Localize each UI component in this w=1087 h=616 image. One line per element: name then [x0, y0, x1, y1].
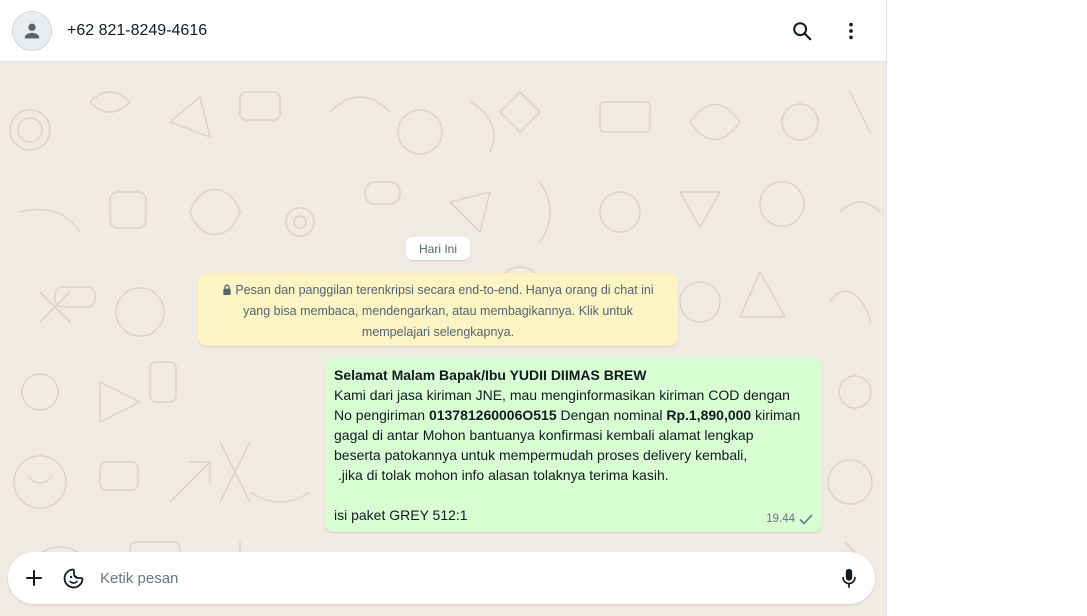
voice-message-button[interactable] — [834, 563, 864, 593]
message-time: 19.44 — [766, 513, 795, 525]
encryption-notice-line: yang bisa membaca, mendengarkan, atau me… — [243, 304, 633, 318]
contact-avatar[interactable] — [12, 11, 52, 51]
message-line: No pengiriman 013781260006O515 Dengan no… — [334, 407, 801, 423]
encryption-notice-line: Pesan dan panggilan terenkripsi secara e… — [235, 283, 654, 297]
contact-name[interactable]: +62 821-8249-4616 — [67, 21, 207, 41]
person-icon — [24, 23, 40, 39]
message-line: isi paket GREY 512:1 — [334, 507, 468, 523]
message-line: beserta patokannya untuk mempermudah pro… — [334, 447, 748, 463]
search-icon — [793, 22, 812, 41]
sticker-button[interactable] — [59, 563, 89, 593]
chat-header: +62 821-8249-4616 — [0, 0, 886, 62]
message-greeting: Selamat Malam Bapak/Ibu YUDII DIIMAS BRE… — [334, 367, 647, 383]
message-meta: 19.44 — [766, 509, 813, 529]
attach-button[interactable] — [19, 563, 49, 593]
microphone-icon — [842, 568, 856, 588]
date-separator: Hari Ini — [406, 237, 470, 260]
sticker-icon — [63, 568, 84, 589]
plus-icon — [26, 570, 42, 586]
search-button[interactable] — [787, 16, 817, 46]
encryption-notice-line: mempelajari selengkapnya. — [361, 325, 515, 339]
encryption-notice[interactable]: Pesan dan panggilan terenkripsi secara e… — [198, 273, 678, 346]
message-line: .jika di tolak mohon info alasan tolakny… — [334, 467, 669, 483]
message-composer — [8, 552, 875, 604]
empty-right-area — [887, 0, 1087, 616]
outgoing-message-bubble[interactable]: Selamat Malam Bapak/Ibu YUDII DIIMAS BRE… — [325, 358, 822, 532]
chat-panel: +62 821-8249-4616 Hari Ini Pesan dan pan… — [0, 0, 887, 616]
tracking-number: 013781260006O515 — [428, 407, 557, 423]
single-check-icon — [799, 514, 813, 524]
lock-icon — [223, 284, 231, 295]
more-options-button[interactable] — [836, 16, 866, 46]
message-line: gagal di antar Mohon bantuanya konfirmas… — [334, 427, 754, 443]
cod-amount: Rp.1,890,000 — [666, 407, 752, 423]
more-vertical-icon — [849, 22, 853, 40]
message-input[interactable] — [100, 566, 820, 590]
message-line: Kami dari jasa kiriman JNE, mau menginfo… — [334, 387, 790, 403]
